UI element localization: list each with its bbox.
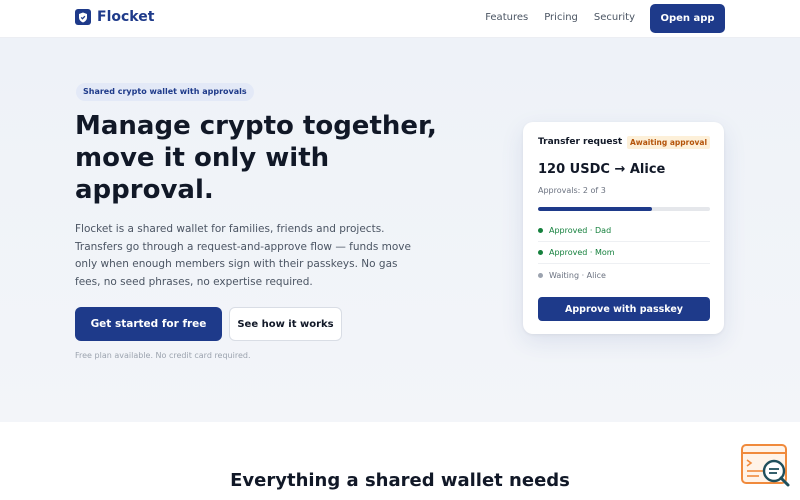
nav-link-features[interactable]: Features [485,12,528,23]
approver-list: Approved · Dad Approved · Mom Waiting · … [538,220,710,286]
fineprint: Free plan available. No credit card requ… [75,351,251,360]
get-started-button[interactable]: Get started for free [75,307,222,341]
approver-label: Approved · Mom [549,248,615,257]
brand-logo[interactable]: Flocket [75,9,154,25]
approver-label: Approved · Dad [549,226,612,235]
nav-link-pricing[interactable]: Pricing [544,12,578,23]
approver-row: Approved · Dad [538,220,710,242]
see-how-it-works-button[interactable]: See how it works [229,307,342,341]
approver-row: Approved · Mom [538,242,710,264]
status-badge: Awaiting approval [627,136,711,149]
nav-link-security[interactable]: Security [594,12,635,23]
approve-with-passkey-button[interactable]: Approve with passkey [538,297,710,321]
approver-label: Waiting · Alice [549,270,606,280]
approval-progress-bar [538,207,710,211]
features-heading: Everything a shared wallet needs [230,470,570,491]
top-nav: Flocket Features Pricing Security Open a… [0,0,800,38]
hero-section: Shared crypto wallet with approvals Mana… [0,38,800,422]
open-app-button[interactable]: Open app [650,4,725,33]
search-console-icon[interactable] [741,444,791,488]
transfer-amount: 120 USDC → Alice [538,162,666,177]
approvals-count: Approvals: 2 of 3 [538,186,606,195]
approval-progress-fill [538,207,652,211]
card-title: Transfer request [538,137,623,147]
shield-check-icon [75,9,91,25]
hero-description: Flocket is a shared wallet for families,… [75,223,411,288]
hero-headline: Manage crypto together, move it only wit… [75,111,437,205]
eyebrow-badge: Shared crypto wallet with approvals [76,83,254,101]
waiting-status-dot [538,272,543,278]
approver-row: Waiting · Alice [538,264,710,286]
transfer-request-card: Transfer request Awaiting approval 120 U… [523,122,724,334]
approved-status-dot [538,250,543,255]
brand-name: Flocket [97,9,155,25]
approved-status-dot [538,228,543,233]
nav-links: Features Pricing Security [485,12,635,23]
